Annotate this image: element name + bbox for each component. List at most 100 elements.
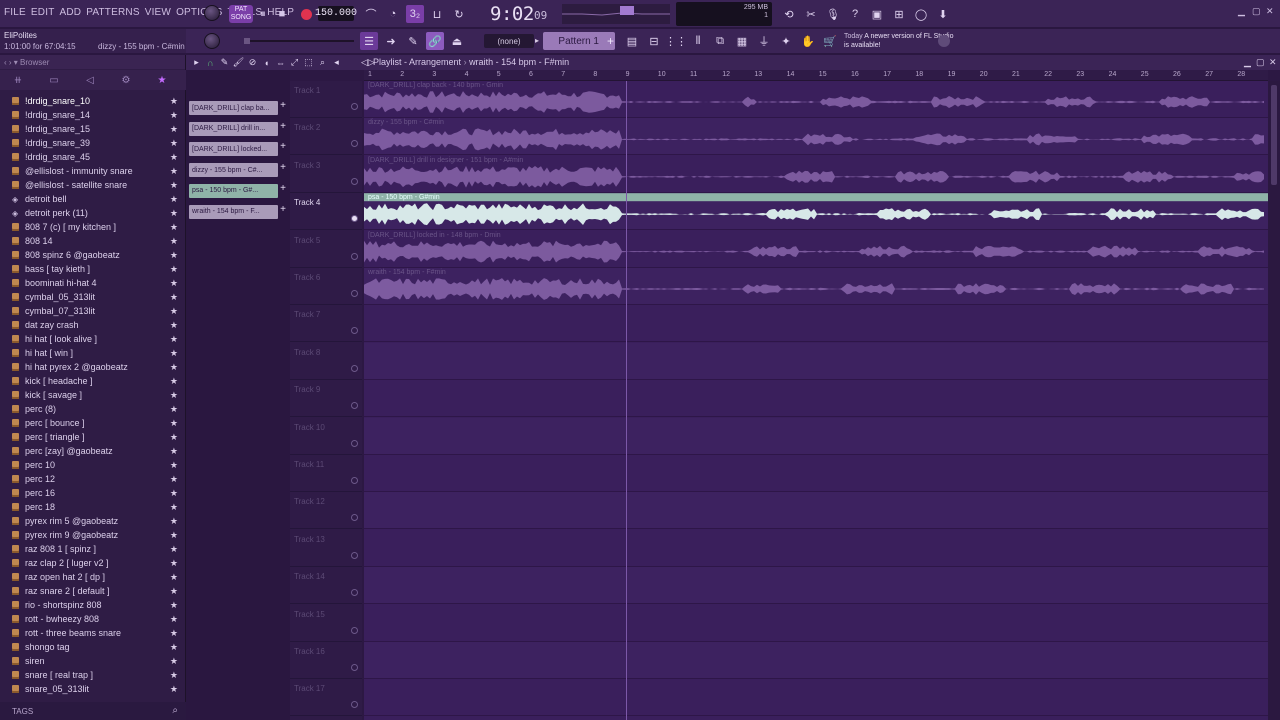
- playback-tool-icon[interactable]: ◂: [330, 55, 343, 70]
- playlist-close-icon[interactable]: ✕: [1269, 57, 1277, 68]
- slip-tool-icon[interactable]: ⇔: [274, 55, 287, 70]
- clip-add-icon[interactable]: +: [279, 100, 287, 111]
- star-icon[interactable]: ★: [170, 404, 178, 415]
- star-icon[interactable]: ★: [170, 166, 178, 177]
- star-icon[interactable]: ★: [170, 390, 178, 401]
- star-icon[interactable]: ★: [170, 446, 178, 457]
- playlist-view-icon[interactable]: ☰: [360, 32, 378, 50]
- browser-tab-plugin-icon[interactable]: ⚙: [108, 75, 144, 86]
- snap-magnet-icon[interactable]: ∩: [204, 55, 217, 70]
- clip-add-icon[interactable]: +: [279, 121, 287, 132]
- browser-item[interactable]: perc [ triangle ] ★: [0, 430, 186, 444]
- track-header[interactable]: Track 12: [290, 492, 362, 530]
- master-slider[interactable]: [244, 38, 354, 44]
- clip-add-icon[interactable]: +: [279, 141, 287, 152]
- clip-add-icon[interactable]: +: [279, 204, 287, 215]
- star-icon[interactable]: ★: [170, 628, 178, 639]
- save-icon[interactable]: ▣: [868, 5, 886, 23]
- browser-item[interactable]: rott - bwheezy 808 ★: [0, 612, 186, 626]
- snap-selector[interactable]: (none): [484, 34, 534, 48]
- menu-view[interactable]: VIEW: [145, 7, 171, 18]
- maximize-icon[interactable]: ▢: [1252, 6, 1261, 17]
- star-icon[interactable]: ★: [170, 208, 178, 219]
- playlist-minimize-icon[interactable]: ▁: [1244, 57, 1251, 68]
- browser-item[interactable]: !drdig_snare_10 ★: [0, 94, 186, 108]
- browser-item[interactable]: snare_05_313lit ★: [0, 682, 186, 696]
- draw-tool-icon[interactable]: ✎: [218, 55, 231, 70]
- browser-tab-all-icon[interactable]: ⧺: [0, 75, 36, 86]
- browser-item[interactable]: hi hat pyrex 2 @gaobeatz ★: [0, 360, 186, 374]
- star-icon[interactable]: ★: [170, 516, 178, 527]
- chat-icon[interactable]: ◯: [912, 5, 930, 23]
- cut-icon[interactable]: ✂: [802, 5, 820, 23]
- menu-file[interactable]: FILE: [4, 7, 26, 18]
- track-header[interactable]: Track 8: [290, 343, 362, 380]
- star-icon[interactable]: ★: [170, 110, 178, 121]
- track-mute-toggle[interactable]: [351, 514, 358, 522]
- browser-item[interactable]: raz 808 1 [ spinz ] ★: [0, 542, 186, 556]
- metronome-icon[interactable]: ⌒: [362, 5, 380, 23]
- track-header[interactable]: Track 2: [290, 118, 362, 156]
- close-icon[interactable]: ✕: [1266, 6, 1274, 17]
- browser-item[interactable]: ◈ detroit perk (11) ★: [0, 206, 186, 220]
- browser-item[interactable]: 808 7 (c) [ my kitchen ] ★: [0, 220, 186, 234]
- shop-icon[interactable]: 🛒: [821, 32, 839, 50]
- browser-item[interactable]: perc [ bounce ] ★: [0, 416, 186, 430]
- pattern-selector[interactable]: Pattern 1: [543, 32, 615, 50]
- browser-item[interactable]: rio - shortspinz 808 ★: [0, 598, 186, 612]
- track-header[interactable]: Track 1: [290, 81, 362, 118]
- star-icon[interactable]: ★: [170, 348, 178, 359]
- vertical-scrollbar[interactable]: [1268, 81, 1280, 720]
- pat-song-toggle[interactable]: PAT SONG: [229, 5, 253, 23]
- track-header[interactable]: Track 16: [290, 642, 362, 679]
- star-icon[interactable]: ★: [170, 96, 178, 107]
- delete-tool-icon[interactable]: ⊘: [246, 55, 259, 70]
- track-mute-toggle[interactable]: [351, 364, 358, 372]
- star-icon[interactable]: ★: [170, 586, 178, 597]
- browser-item[interactable]: snare [ real trap ] ★: [0, 668, 186, 682]
- record-button[interactable]: [298, 5, 314, 23]
- browser-item[interactable]: ◈ detroit bell ★: [0, 192, 186, 206]
- star-icon[interactable]: ★: [170, 600, 178, 611]
- browser-item[interactable]: rott - three beams snare ★: [0, 626, 186, 640]
- star-icon[interactable]: ★: [170, 138, 178, 149]
- browser-item[interactable]: perc 18 ★: [0, 500, 186, 514]
- browser-item[interactable]: pyrex rim 5 @gaobeatz ★: [0, 514, 186, 528]
- star-icon[interactable]: ★: [170, 194, 178, 205]
- mixer-window-icon[interactable]: ⫴: [689, 32, 707, 50]
- menu-edit[interactable]: EDIT: [31, 7, 55, 18]
- link-icon[interactable]: 🔗: [426, 32, 444, 50]
- star-icon[interactable]: ★: [170, 614, 178, 625]
- browser-item[interactable]: boominati hi-hat 4 ★: [0, 276, 186, 290]
- browser-item[interactable]: hi hat [ win ] ★: [0, 346, 186, 360]
- track-header[interactable]: Track 5: [290, 231, 362, 268]
- master-volume-knob[interactable]: [204, 5, 220, 21]
- step-edit-icon[interactable]: ⊔: [428, 5, 446, 23]
- star-icon[interactable]: ★: [170, 530, 178, 541]
- star-icon[interactable]: ★: [170, 264, 178, 275]
- loop-record-icon[interactable]: ↻: [450, 5, 468, 23]
- track-header[interactable]: Track 14: [290, 567, 362, 605]
- track-mute-toggle[interactable]: [351, 664, 358, 671]
- clip-source-item[interactable]: [DARK_DRILL] drill in...: [189, 121, 278, 136]
- browser-item[interactable]: !drdig_snare_14 ★: [0, 108, 186, 122]
- microphone-icon[interactable]: 🎙: [824, 5, 842, 23]
- browser-item[interactable]: perc [zay] @gaobeatz ★: [0, 444, 186, 458]
- star-icon[interactable]: ★: [170, 544, 178, 555]
- star-icon[interactable]: ★: [170, 684, 178, 695]
- browser-item[interactable]: pyrex rim 9 @gaobeatz ★: [0, 528, 186, 542]
- stamp-icon[interactable]: ⏏: [448, 32, 466, 50]
- star-icon[interactable]: ★: [170, 670, 178, 681]
- paint-tool-icon[interactable]: 🖌: [232, 55, 245, 70]
- arrow-icon[interactable]: ➜: [382, 32, 400, 50]
- browser-item[interactable]: 808 spinz 6 @gaobeatz ★: [0, 248, 186, 262]
- countdown-icon[interactable]: 3₂: [406, 5, 424, 23]
- browser-item[interactable]: perc 16 ★: [0, 486, 186, 500]
- project-icon[interactable]: ▦: [733, 32, 751, 50]
- browser-item[interactable]: shongo tag ★: [0, 640, 186, 654]
- track-header[interactable]: Track 7: [290, 305, 362, 343]
- browser-item[interactable]: kick [ savage ] ★: [0, 388, 186, 402]
- piano-roll-icon[interactable]: ⊟: [645, 32, 663, 50]
- star-icon[interactable]: ★: [170, 306, 178, 317]
- track-header[interactable]: Track 17: [290, 679, 362, 717]
